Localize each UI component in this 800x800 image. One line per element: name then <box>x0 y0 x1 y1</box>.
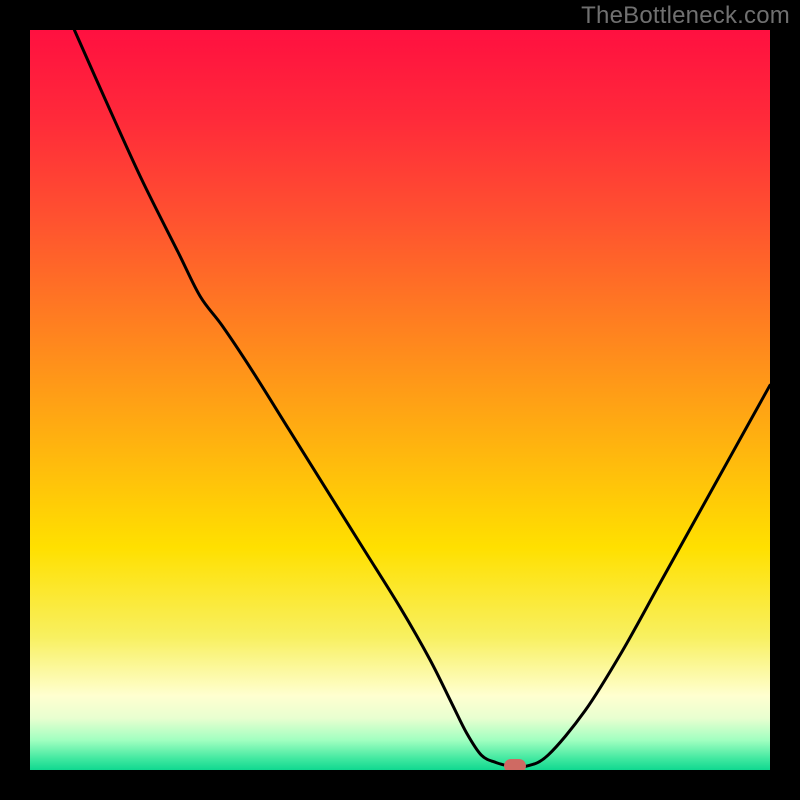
chart-frame: TheBottleneck.com <box>0 0 800 800</box>
optimum-marker <box>504 759 526 770</box>
watermark-text: TheBottleneck.com <box>581 2 790 30</box>
bottleneck-curve <box>30 30 770 770</box>
plot-area <box>30 30 770 770</box>
